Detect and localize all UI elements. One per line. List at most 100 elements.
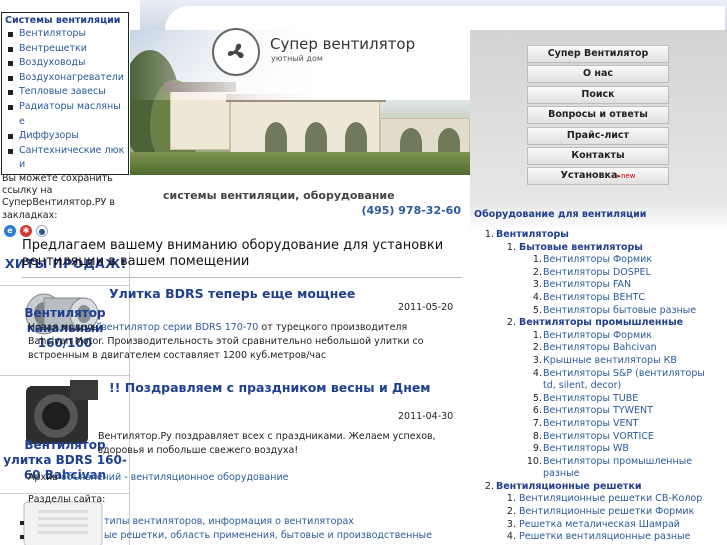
catalog-link[interactable]: Вентиляционные решетки (496, 481, 642, 494)
menu-item-fans[interactable]: Вентиляторы (5, 27, 125, 42)
catalog-link[interactable]: Вентиляторы VORTICE (543, 431, 654, 444)
star-bookmark-icon[interactable]: ✱ (20, 225, 32, 237)
catalog-link[interactable]: Решетки вентиляционные разные (519, 531, 690, 544)
phone-number[interactable]: (495) 978-32-60 (361, 203, 461, 218)
heading-text: системы вентиляции, оборудование (163, 189, 395, 202)
section-link[interactable]: типы вентиляторов, информация о вентилят… (104, 516, 354, 527)
catalog-row[interactable]: 3. Вентиляторы FAN (474, 279, 727, 292)
menu-item-hatches[interactable]: Сантехнические люки (5, 144, 125, 173)
catalog-link[interactable]: Вентиляторы DOSPEL (543, 267, 651, 280)
catalog-link[interactable]: td, silent, decor) (543, 380, 621, 393)
catalog-link[interactable]: разные (543, 468, 579, 481)
catalog-link[interactable]: Вентиляторы WB (543, 443, 629, 456)
catalog-number: 3. (532, 354, 542, 366)
catalog-row[interactable]: 9. Вентиляторы WB (474, 443, 727, 456)
nav-faq-button[interactable]: Вопросы и ответы (527, 106, 669, 125)
equipment-title[interactable]: Оборудование для вентиляции (474, 209, 646, 220)
catalog-link[interactable]: Вентиляторы ВЕНТС (543, 292, 645, 305)
catalog-row[interactable]: 5. Вентиляторы TUBE (474, 393, 727, 406)
catalog-link[interactable]: Вентиляторы S&P (вентиляторы (543, 368, 705, 381)
catalog-link[interactable]: Вентиляторы TUBE (543, 393, 638, 406)
menu-item-oil-radiators[interactable]: Радиаторы масляные (5, 100, 125, 129)
nav-install-button[interactable]: Установка▸new (527, 167, 669, 186)
bullet (20, 521, 24, 525)
catalog-number: 4. (532, 367, 542, 379)
catalog-number: 6. (532, 405, 542, 417)
catalog-row[interactable]: 2. Вентиляторы DOSPEL (474, 267, 727, 280)
catalog-link[interactable]: Вентиляторы VENT (543, 418, 638, 431)
catalog-number: 3. (532, 279, 542, 291)
fan-logo-icon (212, 28, 260, 76)
new-badge: ▸new (617, 172, 636, 181)
nav-search-button[interactable]: Поиск (527, 85, 669, 104)
catalog-row[interactable]: 2. Вентиляционные решетки (474, 481, 727, 494)
catalog-row[interactable]: 1. Вентиляторы Формик (474, 330, 727, 343)
catalog-row[interactable]: 1. Вентиляторы (474, 229, 727, 242)
catalog-row[interactable]: 7. Вентиляторы VENT (474, 418, 727, 431)
catalog-row[interactable]: 4. Вентиляторы S&P (вентиляторы (474, 368, 727, 381)
archive-link[interactable]: объявлений - вентиляционное оборудование (61, 472, 289, 483)
catalog-number: 2. (532, 266, 542, 278)
catalog-link[interactable]: Вентиляционные решетки СВ-Колор (519, 493, 702, 506)
archive-line: Архив объявлений - вентиляционное оборуд… (28, 472, 288, 483)
paw-bookmark-icon[interactable]: ● (36, 225, 48, 237)
nav-install-label: Установка (560, 170, 618, 182)
catalog-row[interactable]: 10. Вентиляторы промышленные (474, 456, 727, 469)
catalog-row[interactable]: 1. Вентиляторы Формик (474, 254, 727, 267)
site-title[interactable]: Супер вентилятор (270, 35, 415, 53)
catalog-link[interactable]: Вентиляторы промышленные (543, 456, 692, 469)
catalog-row[interactable]: 2. Вентиляторы Bahcivan (474, 342, 727, 355)
news-title[interactable]: !! Поздравляем с праздником весны и Днем (109, 380, 431, 395)
menu-item-diffusers[interactable]: Диффузоры (5, 129, 125, 144)
catalog-link[interactable]: Вентиляторы промышленные (519, 317, 683, 330)
catalog-link[interactable]: Вентиляторы Bahcivan (543, 342, 657, 355)
news-link[interactable]: вентилятор серии BDRS 170-70 (101, 322, 258, 333)
menu-title[interactable]: Системы вентиляции (5, 15, 125, 26)
catalog-row[interactable]: td, silent, decor) (474, 380, 727, 393)
catalog-row[interactable]: 3. Решетка металическая Шамрай (474, 519, 727, 532)
catalog-link[interactable]: Вентиляторы бытовые разные (543, 305, 696, 318)
catalog-link[interactable]: Вентиляторы TYWENT (543, 405, 653, 418)
catalog-row[interactable]: 6. Вентиляторы TYWENT (474, 405, 727, 418)
menu-item-ducts[interactable]: Воздуховоды (5, 56, 125, 71)
ventilation-systems-menu: Системы вентиляции Вентиляторы Вентрешет… (1, 12, 129, 175)
news-title[interactable]: Улитка BDRS теперь еще мощнее (109, 286, 355, 301)
catalog-link[interactable]: Бытовые вентиляторы (519, 242, 643, 255)
menu-item-grilles[interactable]: Вентрешетки (5, 42, 125, 57)
bullet (20, 535, 24, 539)
equipment-catalog: 1. Вентиляторы 1. Бытовые вентиляторы 1. Вент… (474, 229, 727, 544)
catalog-link[interactable]: Вентиляторы Формик (543, 254, 652, 267)
catalog-link[interactable]: Вентиляционные решетки Формик (519, 506, 694, 519)
catalog-row[interactable]: 4. Вентиляторы ВЕНТС (474, 292, 727, 305)
catalog-link[interactable]: Решетка металическая Шамрай (519, 519, 680, 532)
nav-contacts-button[interactable]: Контакты (527, 146, 669, 165)
catalog-row[interactable]: 5. Вентиляторы бытовые разные (474, 305, 727, 318)
bookmark-hint: Вы можете сохранить ссылку на СуперВенти… (2, 173, 115, 221)
catalog-row[interactable]: 1. Вентиляционные решетки СВ-Колор (474, 493, 727, 506)
catalog-link[interactable]: Вентиляторы Формик (543, 330, 652, 343)
catalog-row[interactable]: 8. Вентиляторы VORTICE (474, 431, 727, 444)
news-date: 2011-04-30 (398, 411, 454, 422)
ie-favorite-icon[interactable]: e (4, 225, 16, 237)
catalog-number: 1. (532, 329, 542, 341)
nav-price-button[interactable]: Прайс-лист (527, 126, 669, 145)
nav-home-button[interactable]: Супер Вентилятор (527, 45, 669, 63)
menu-item-air-curtains[interactable]: Тепловые завесы (5, 85, 125, 100)
catalog-link[interactable]: Вентиляторы FAN (543, 279, 631, 292)
catalog-row[interactable]: 4. Решетки вентиляционные разные (474, 531, 727, 544)
catalog-row[interactable]: 1. Бытовые вентиляторы (474, 242, 727, 255)
catalog-row[interactable]: 2. Вентиляционные решетки Формик (474, 506, 727, 519)
menu-item-air-heaters[interactable]: Воздухонагреватели (5, 71, 125, 86)
catalog-number: 10. (526, 455, 542, 467)
intro-text: Предлагаем вашему вниманию оборудование … (22, 238, 462, 278)
catalog-row[interactable]: 3. Крышные вентиляторы КВ (474, 355, 727, 368)
nav-about-button[interactable]: О нас (527, 65, 669, 84)
grille-image[interactable] (22, 500, 104, 545)
catalog-link[interactable]: Вентиляторы (496, 229, 569, 242)
archive-label: Архив (28, 472, 58, 483)
catalog-link[interactable]: Крышные вентиляторы КВ (543, 355, 677, 368)
catalog-row[interactable]: разные (474, 468, 727, 481)
catalog-row[interactable]: 2. Вентиляторы промышленные (474, 317, 727, 330)
new-badge-text: new (620, 172, 636, 181)
section-link[interactable]: ые решетки, область применения, бытовые … (104, 530, 432, 541)
